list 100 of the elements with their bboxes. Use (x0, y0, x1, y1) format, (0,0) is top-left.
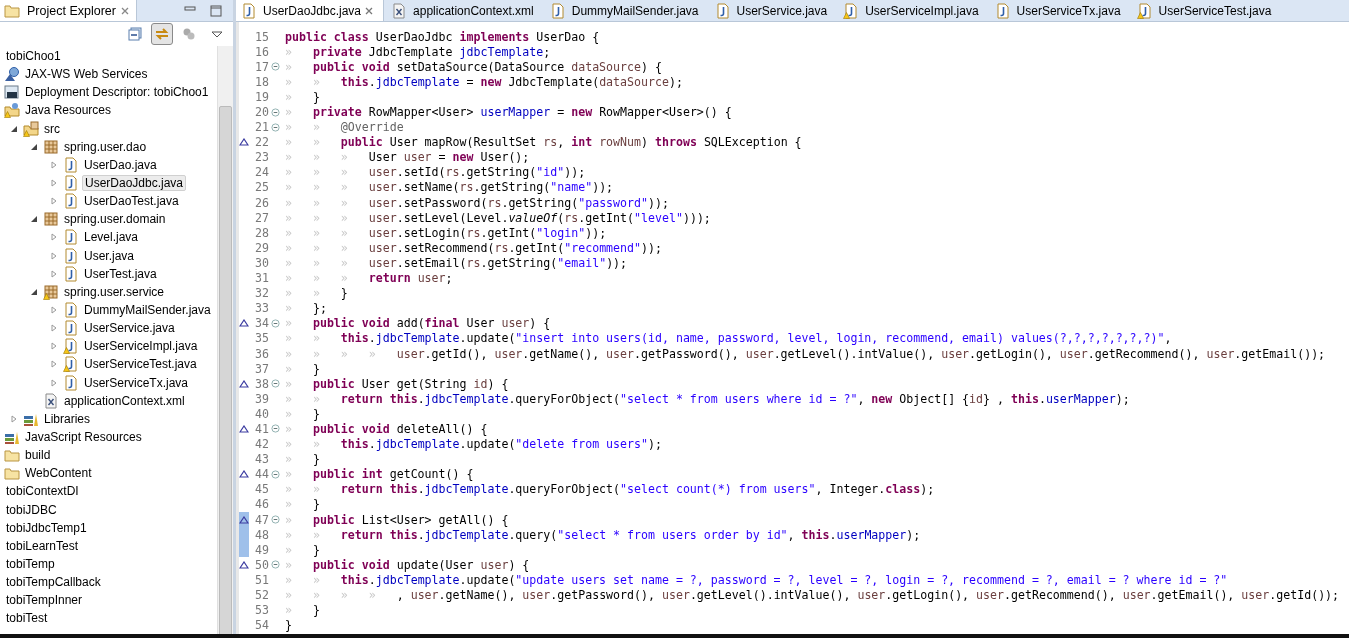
maximize-icon[interactable] (209, 3, 223, 18)
code-line: » } (284, 452, 320, 467)
code-line: » » » » user.getId(), user.getName(), user.getPassword(), user.getLevel().intValue(), user.getLogin(), user.getRecommend(), user.getEmail()); (284, 346, 1326, 361)
collapse-all-icon[interactable] (127, 26, 143, 42)
tree-item[interactable]: Level.java (82, 230, 141, 245)
tree-item[interactable]: User.java (82, 248, 137, 263)
editor-tab[interactable]: DummyMailSender.java (544, 0, 708, 21)
collapsed-arrow-icon[interactable] (50, 179, 58, 188)
fold-icon[interactable] (271, 379, 280, 389)
line-number: 16 (254, 44, 269, 59)
tree-item[interactable]: tobiTemp (4, 557, 57, 571)
editor-tab[interactable]: applicationContext.xml (386, 0, 543, 21)
code-line: » » » return user; (284, 271, 453, 286)
tree-item[interactable]: UserDaoJdbc.java (82, 175, 187, 192)
code-line: » } (284, 542, 320, 557)
tree-item[interactable]: tobiTest (4, 611, 50, 626)
tree-item[interactable]: UserDaoTest.java (82, 194, 181, 209)
tree-item[interactable]: tobiTempInner (4, 593, 85, 608)
tree-item[interactable]: applicationContext.xml (62, 393, 187, 408)
collapsed-arrow-icon[interactable] (50, 233, 58, 242)
tree-item[interactable]: UserServiceTx.java (82, 375, 191, 390)
fold-icon[interactable] (271, 515, 280, 525)
code-line: » public void setDataSource(DataSource dataSource) { (284, 59, 662, 74)
filter-icon[interactable] (181, 26, 197, 42)
collapsed-arrow-icon[interactable] (10, 414, 18, 423)
tree-item[interactable]: tobiJDBC (4, 502, 59, 517)
expanded-arrow-icon[interactable] (30, 215, 38, 224)
tree-item[interactable]: tobiContextDI (4, 484, 81, 499)
line-number: 32 (254, 286, 269, 301)
collapsed-arrow-icon[interactable] (50, 378, 58, 387)
tree-item[interactable]: tobiChoo1 (4, 49, 63, 64)
code-line: » » this.jdbcTemplate.update("delete from users"); (284, 437, 662, 452)
close-icon[interactable] (119, 5, 130, 16)
fold-icon[interactable] (271, 107, 280, 117)
fold-icon[interactable] (271, 424, 280, 434)
view-title: Project Explorer (27, 3, 116, 18)
tree-item[interactable]: spring.user.dao (62, 139, 149, 154)
expanded-arrow-icon[interactable] (10, 124, 18, 133)
view-tab[interactable]: Project Explorer (0, 0, 137, 21)
code-line: » } (284, 89, 320, 104)
collapsed-arrow-icon[interactable] (50, 269, 58, 278)
tree-item[interactable]: spring.user.service (62, 284, 167, 299)
tree-item[interactable]: tobiTempCallback (4, 575, 103, 590)
line-number: 53 (254, 603, 269, 618)
editor-tab[interactable]: UserServiceTest.java (1131, 0, 1281, 21)
editor-tab[interactable]: UserServiceImpl.java (838, 0, 988, 21)
collapsed-arrow-icon[interactable] (50, 197, 58, 206)
tree-item[interactable]: WebContent (23, 466, 94, 481)
line-number: 24 (254, 165, 269, 180)
line-number: 39 (254, 391, 269, 406)
tree-item[interactable]: src (42, 121, 62, 136)
tree-item[interactable]: build (23, 448, 53, 463)
fold-icon[interactable] (271, 560, 280, 570)
code-line: » » this.jdbcTemplate.update("update users set name = ?, password = ?, level = ?, login = ?, recommend = ?, email = ? where id = ?" (284, 572, 1228, 587)
line-number: 20 (254, 105, 269, 119)
tree-item[interactable]: tobiJdbcTemp1 (4, 520, 89, 535)
tree-item[interactable]: Java Resources (23, 103, 114, 118)
code-line: » » » user.setRecommend(rs.getInt("recommend")); (284, 240, 662, 255)
tree-item[interactable]: UserServiceTest.java (82, 357, 199, 372)
tree-item[interactable]: Libraries (42, 411, 93, 426)
expanded-arrow-icon[interactable] (30, 287, 38, 296)
editor-tab[interactable]: UserServiceTx.java (989, 0, 1130, 21)
line-number: 19 (254, 89, 269, 104)
line-number: 17 (254, 59, 269, 74)
scrollbar[interactable] (217, 46, 233, 634)
view-menu-icon[interactable] (211, 28, 223, 40)
tree-item[interactable]: UserDao.java (82, 157, 159, 172)
close-icon[interactable] (364, 5, 375, 16)
collapsed-arrow-icon[interactable] (50, 324, 58, 333)
code-line: » public int getCount() { (284, 467, 474, 482)
tree-item[interactable]: DummyMailSender.java (82, 303, 213, 318)
code-line: » » » User user = new User(); (284, 150, 530, 165)
editor-tab[interactable]: UserService.java (709, 0, 837, 21)
fold-icon[interactable] (271, 469, 280, 479)
fold-icon[interactable] (271, 62, 280, 72)
line-number: 18 (254, 74, 269, 89)
line-number: 27 (254, 210, 269, 225)
line-number: 48 (254, 527, 269, 542)
tree-item[interactable]: JAX-WS Web Services (23, 67, 150, 82)
tree-item[interactable]: Deployment Descriptor: tobiChoo1 (23, 85, 211, 100)
tree-item[interactable]: JavaScript Resources (23, 430, 144, 444)
link-with-editor-button[interactable] (151, 23, 173, 45)
tree-item[interactable]: UserServiceImpl.java (82, 339, 200, 354)
tree-item[interactable]: tobiLearnTest (4, 538, 81, 553)
collapsed-arrow-icon[interactable] (50, 160, 58, 169)
fold-icon[interactable] (271, 122, 280, 132)
collapsed-arrow-icon[interactable] (50, 306, 58, 315)
expanded-arrow-icon[interactable] (30, 142, 38, 151)
collapsed-arrow-icon[interactable] (50, 360, 58, 369)
code-line: » private RowMapper<User> userMapper = new RowMapper<User>() { (284, 105, 732, 119)
fold-icon[interactable] (271, 318, 280, 328)
code-line: » }; (284, 301, 327, 316)
collapsed-arrow-icon[interactable] (50, 251, 58, 260)
line-number: 49 (254, 542, 269, 557)
editor-tab[interactable]: UserDaoJdbc.java (236, 0, 385, 21)
collapsed-arrow-icon[interactable] (50, 342, 58, 351)
line-number: 50 (254, 557, 269, 572)
tree-item[interactable]: UserService.java (82, 321, 177, 336)
tree-item[interactable]: UserTest.java (82, 266, 159, 281)
tree-item[interactable]: spring.user.domain (62, 212, 168, 227)
